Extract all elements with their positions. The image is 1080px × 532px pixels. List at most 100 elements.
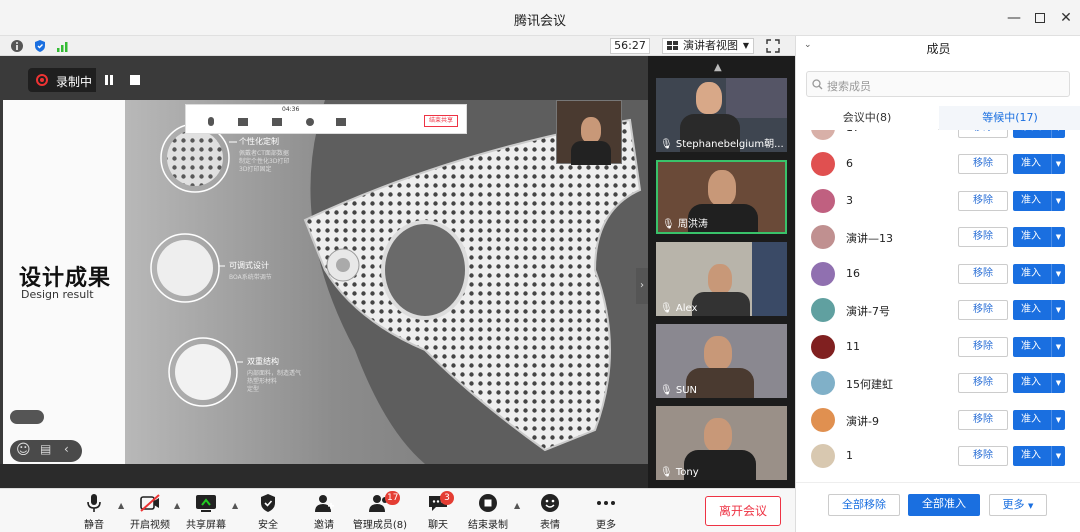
manage-members-button[interactable]: 17 管理成员(8) [350,491,410,531]
remove-button[interactable]: 移除 [958,410,1008,430]
remove-button[interactable]: 移除 [958,154,1008,174]
remove-button[interactable]: 移除 [958,227,1008,247]
chevron-down-icon[interactable]: ▼ [1051,446,1065,466]
chat-bubble-icon[interactable]: ▤ [40,442,51,456]
admit-label: 准入 [1021,231,1041,242]
chevron-down-icon[interactable]: ▼ [1051,264,1065,284]
maximize-icon[interactable] [1030,8,1050,28]
admit-button[interactable]: 准入 ▼ [1013,154,1065,174]
tab-waiting[interactable]: 等候中(17) [939,106,1080,130]
close-icon[interactable]: ✕ [1056,8,1076,28]
feature-label-3: 双重结构 [247,357,279,366]
leave-meeting-button[interactable]: 离开会议 [705,496,781,526]
share-screen-label: 共享屏幕 [186,520,226,531]
reactions-label: 表情 [540,520,560,531]
member-tabs: 会议中(8) 等候中(17) [796,106,1080,130]
member-name: 16 [846,267,860,280]
stop-icon [130,75,140,85]
end-recording-button[interactable]: 结束录制 [458,493,518,531]
admit-button[interactable]: 准入 ▼ [1013,410,1065,430]
reactions-button[interactable]: 表情 [520,493,580,531]
emoji-icon[interactable]: ☺ [16,442,31,458]
admit-button[interactable]: 准入 ▼ [1013,337,1065,357]
more-button[interactable]: 更多 [576,493,636,531]
admit-label: 准入 [1021,377,1041,388]
security-shield-icon[interactable] [33,39,47,53]
member-name: 1 [846,449,853,462]
participant-name-text: Alex [675,303,698,314]
stop-recording-button[interactable] [122,68,148,92]
feature-desc-line: 制定个性化3D打印 [239,158,290,165]
remove-all-button[interactable]: 全部移除 [828,494,900,516]
member-row: 11 移除 准入 ▼ [796,329,1080,365]
mute-button[interactable]: 静音 [64,493,124,531]
admit-button[interactable]: 准入 ▼ [1013,227,1065,247]
pause-icon [105,75,113,85]
feature-desc-line: 热塑形材料 [247,378,278,385]
video-tile[interactable]: 🎙 Stephanebelgium朝... [656,78,787,152]
video-button[interactable]: 开启视频 [120,493,180,531]
chevron-down-icon[interactable]: ▼ [1051,410,1065,430]
chevron-down-icon[interactable]: ▼ [1051,154,1065,174]
remove-button[interactable]: 移除 [958,373,1008,393]
remove-button[interactable]: 移除 [958,264,1008,284]
expand-panel-button[interactable]: › [636,268,648,304]
admit-label: 准入 [1021,130,1041,133]
feature-desc-3: 内部面料，制造透气 热塑形材料 定型 [247,370,301,394]
more-options-button[interactable]: 更多 ▼ [989,494,1047,516]
member-row: 15何建虹 移除 准入 ▼ [796,365,1080,401]
admit-label: 准入 [1021,195,1041,206]
view-mode-select[interactable]: 演讲者视图 ▼ [662,38,754,54]
remove-button[interactable]: 移除 [958,191,1008,211]
remove-button[interactable]: 移除 [958,300,1008,320]
admit-button[interactable]: 准入 ▼ [1013,373,1065,393]
panel-header: ⌄ 成员 [796,36,1080,60]
admit-button[interactable]: 准入 ▼ [1013,446,1065,466]
info-icon[interactable] [10,39,24,53]
fullscreen-icon[interactable] [766,39,780,53]
admit-button[interactable]: 准入 ▼ [1013,300,1065,320]
captured-timer: 04:36 [282,106,300,113]
remove-button[interactable]: 移除 [958,130,1008,138]
divider [796,482,1080,483]
remove-button[interactable]: 移除 [958,446,1008,466]
avatar [811,262,835,286]
participant-name: 🎙 Alex [660,303,698,314]
pause-recording-button[interactable] [96,68,122,92]
collapse-icon[interactable]: ‹ [64,442,69,456]
admit-all-button[interactable]: 全部准入 [908,494,980,516]
chevron-down-icon[interactable]: ▼ [1051,337,1065,357]
chevron-down-icon[interactable]: ▼ [1051,191,1065,211]
video-tile[interactable]: 🎙 Alex [656,242,787,316]
security-label: 安全 [258,520,278,531]
feature-label-2: 可调式设计 [229,261,269,270]
scroll-up-icon[interactable]: ▲ [714,62,722,73]
signal-icon[interactable] [56,39,70,53]
remove-button[interactable]: 移除 [958,337,1008,357]
member-search-input[interactable]: 搜索成员 [806,71,1070,97]
info-bar: 56:27 演讲者视图 ▼ [0,36,795,56]
video-tile-active[interactable]: 🎙 周洪涛 [656,160,787,234]
admit-label: 准入 [1021,414,1041,425]
admit-button[interactable]: 准入 ▼ [1013,191,1065,211]
shared-screen: 设计成果 Design result 个性化定制 佩戴者CT面部数据 制定个性化… [0,56,648,464]
member-name: 演讲-7号 [846,305,890,318]
reaction-bar[interactable]: ☺ ▤ ‹ [10,440,82,462]
participant-name-text: 周洪涛 [677,219,708,230]
more-label: 更多 [596,520,616,531]
member-row: 1 移除 准入 ▼ [796,438,1080,474]
member-name: 15何建虹 [846,378,893,391]
security-button[interactable]: 安全 [238,493,298,531]
chevron-down-icon[interactable]: ▼ [1051,227,1065,247]
tab-in-meeting[interactable]: 会议中(8) [796,106,938,130]
share-screen-button[interactable]: 共享屏幕 [176,493,236,531]
chevron-down-icon[interactable]: ▼ [1051,373,1065,393]
chevron-down-icon[interactable]: ▼ [1051,130,1065,138]
chevron-down-icon[interactable]: ▼ [1051,300,1065,320]
minimize-icon[interactable]: — [1004,8,1024,28]
video-tile[interactable]: 🎙 SUN [656,324,787,398]
video-tile[interactable]: 🎙 Tony [656,406,787,480]
admit-button[interactable]: 准入 ▼ [1013,130,1065,138]
admit-button[interactable]: 准入 ▼ [1013,264,1065,284]
invite-button[interactable]: 邀请 [294,493,354,531]
